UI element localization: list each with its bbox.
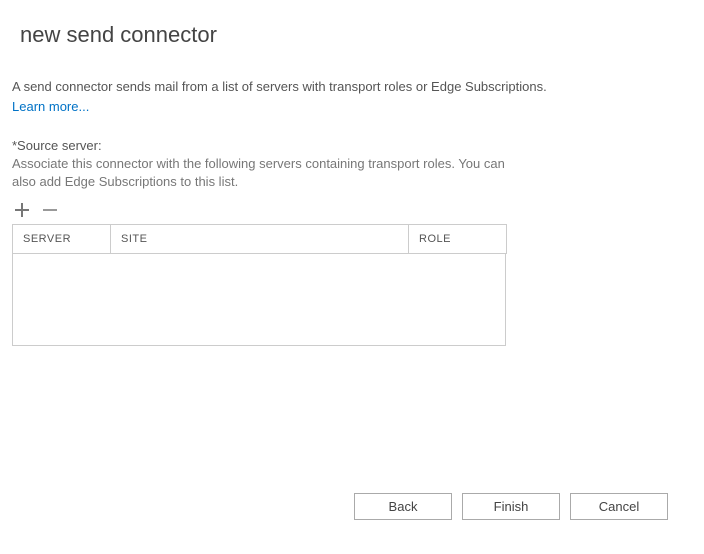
column-header-role[interactable]: ROLE <box>409 224 507 253</box>
source-server-grid-header: SERVER SITE ROLE <box>12 224 507 254</box>
learn-more-link[interactable]: Learn more... <box>12 99 89 114</box>
wizard-button-row: Back Finish Cancel <box>354 493 668 520</box>
column-header-server[interactable]: SERVER <box>13 224 111 253</box>
grid-toolbar <box>12 200 692 220</box>
finish-button[interactable]: Finish <box>462 493 560 520</box>
remove-icon[interactable] <box>40 200 60 220</box>
back-button[interactable]: Back <box>354 493 452 520</box>
page-title: new send connector <box>20 22 692 48</box>
source-server-grid-body[interactable] <box>12 254 506 346</box>
cancel-button[interactable]: Cancel <box>570 493 668 520</box>
intro-text: A send connector sends mail from a list … <box>12 78 692 96</box>
column-header-site[interactable]: SITE <box>111 224 409 253</box>
add-icon[interactable] <box>12 200 32 220</box>
source-server-help: Associate this connector with the follow… <box>12 155 532 191</box>
source-server-label: *Source server: <box>12 138 692 153</box>
